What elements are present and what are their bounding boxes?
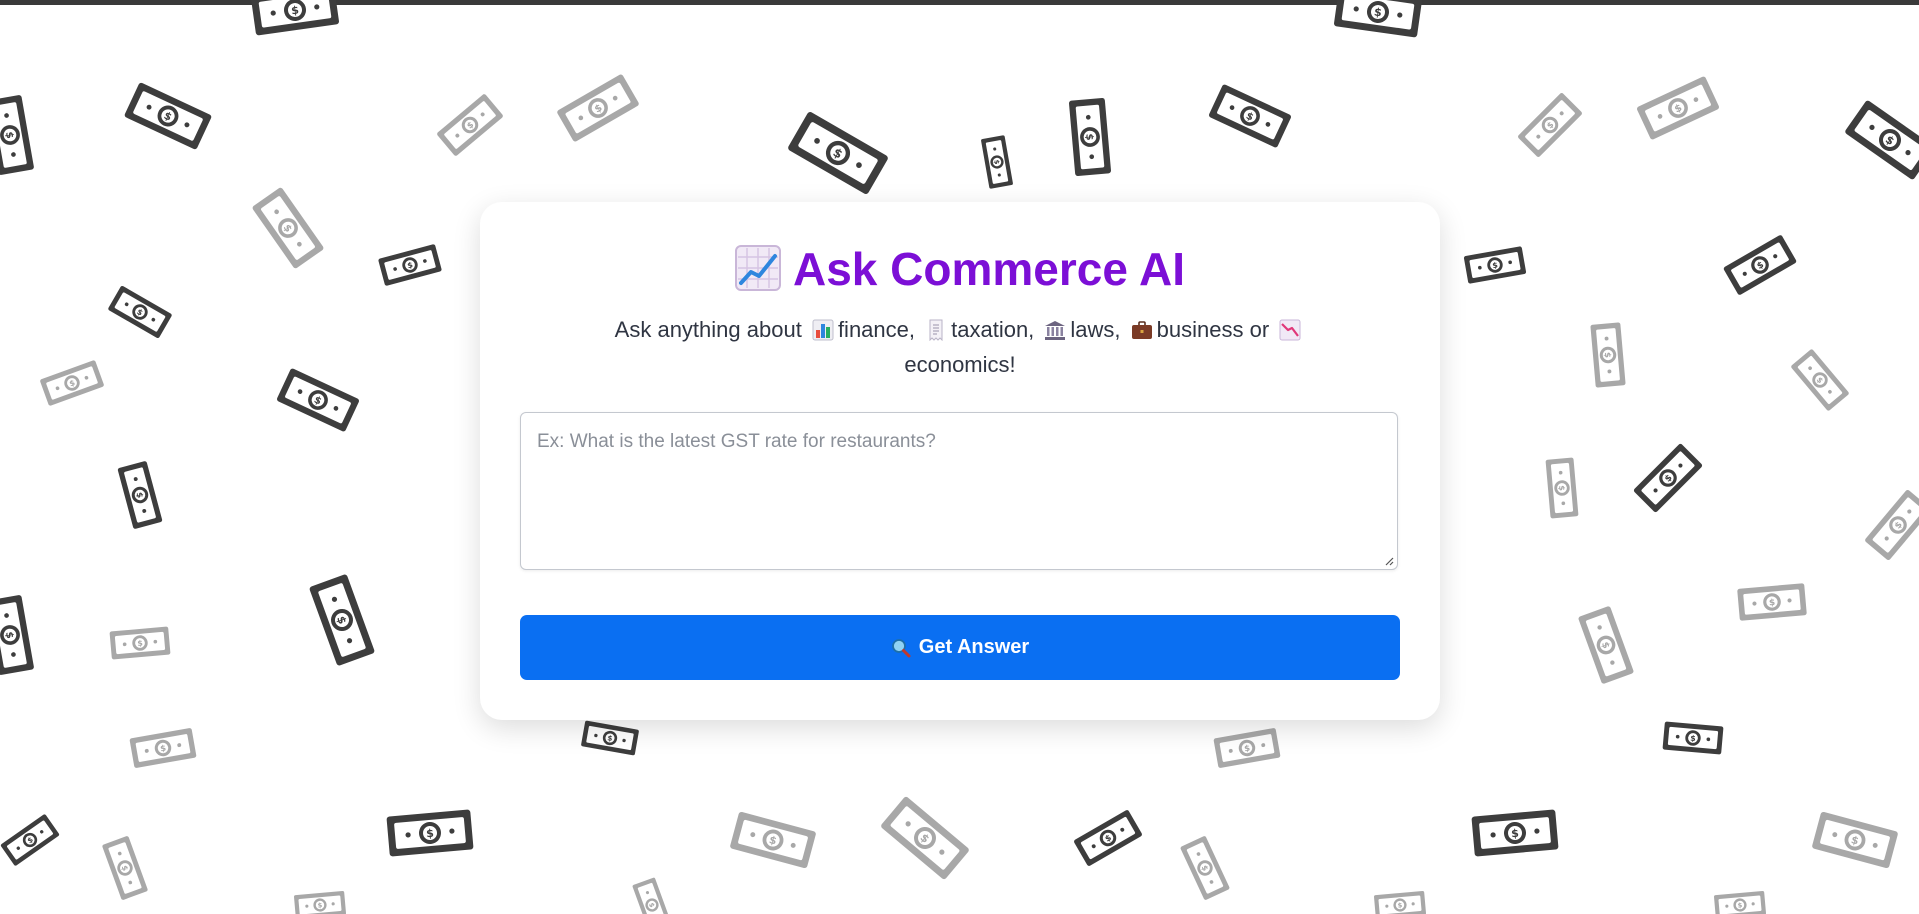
subtitle-prefix: Ask anything about <box>614 317 802 342</box>
dollar-bill-icon <box>1545 457 1579 519</box>
dollar-bill-icon <box>251 186 325 270</box>
dollar-bill-icon <box>1208 83 1292 149</box>
get-answer-button[interactable]: Get Answer <box>520 615 1400 680</box>
dollar-bill-icon <box>1722 234 1798 296</box>
topic-finance: finance, <box>837 317 915 342</box>
dollar-bill-icon <box>729 811 817 869</box>
dollar-bill-icon <box>1333 0 1423 38</box>
dollar-bill-icon <box>0 594 35 676</box>
topic-economics: economics! <box>904 352 1016 377</box>
dollar-bill-icon <box>1590 322 1626 388</box>
dollar-bill-icon <box>1844 99 1919 181</box>
dollar-bill-icon <box>276 367 360 433</box>
page: $ Ask Commerce AI Ask anything about <box>0 0 1919 914</box>
ask-card: Ask Commerce AI Ask anything about finan… <box>480 202 1440 720</box>
dollar-bill-icon <box>107 285 173 339</box>
question-field[interactable] <box>520 412 1398 570</box>
dollar-bill-icon <box>117 460 163 530</box>
get-answer-label: Get Answer <box>918 636 1030 658</box>
magnifying-glass-icon <box>891 638 911 657</box>
dollar-bill-icon <box>1713 890 1767 914</box>
subtitle: Ask anything about finance, taxation, la… <box>560 312 1360 382</box>
dollar-bill-icon <box>1213 727 1281 769</box>
dollar-bill-icon <box>580 720 640 756</box>
page-title-text: Ask Commerce AI <box>792 243 1185 295</box>
dollar-bill-icon <box>129 727 197 769</box>
dollar-bill-icon <box>386 809 474 857</box>
chart-decreasing-icon <box>1279 319 1301 341</box>
dollar-bill-icon <box>436 93 504 157</box>
dollar-bill-icon <box>39 359 105 407</box>
dollar-bill-icon <box>109 626 171 660</box>
dollar-bill-icon <box>556 73 640 143</box>
dollar-bill-icon <box>1471 809 1559 857</box>
classical-building-icon <box>1045 321 1066 340</box>
dollar-bill-icon <box>1517 92 1583 158</box>
page-title: Ask Commerce AI <box>480 240 1440 298</box>
dollar-bill-icon <box>1373 890 1427 914</box>
dollar-bill-icon <box>786 110 890 196</box>
chart-increasing-icon <box>734 245 781 291</box>
topic-business: business or <box>1156 317 1270 342</box>
briefcase-icon <box>1131 321 1152 339</box>
topic-taxation: taxation, <box>951 317 1035 342</box>
dollar-bill-icon <box>1811 811 1899 869</box>
dollar-bill-icon <box>1179 835 1231 901</box>
dollar-bill-icon <box>101 835 149 901</box>
dollar-bill-icon <box>879 795 971 881</box>
dollar-bill-icon <box>0 94 35 176</box>
dollar-bill-icon <box>293 890 347 914</box>
dollar-bill-icon <box>0 813 60 867</box>
resize-handle-icon[interactable] <box>1384 556 1394 566</box>
topic-laws: laws, <box>1070 317 1121 342</box>
dollar-bill-icon <box>1790 348 1850 412</box>
dollar-bill-icon <box>308 573 376 667</box>
dollar-bill-icon <box>1068 97 1112 177</box>
dollar-bill-icon <box>123 81 213 151</box>
dollar-bill-icon <box>1662 721 1724 755</box>
dollar-bill-icon <box>1577 605 1635 685</box>
dollar-bill-icon <box>1737 583 1807 621</box>
receipt-icon <box>929 319 943 341</box>
dollar-bill-icon <box>1073 809 1143 867</box>
question-input[interactable] <box>521 413 1397 569</box>
dollar-bill-icon <box>1463 246 1527 284</box>
dollar-bill-icon <box>377 243 443 287</box>
dollar-bill-icon <box>980 135 1014 189</box>
dollar-bill-icon <box>1864 488 1919 562</box>
dollar-bill-icon <box>250 0 340 36</box>
dollar-bill-icon <box>1632 442 1704 514</box>
bar-chart-icon <box>812 319 834 341</box>
dollar-bill-icon <box>632 877 672 914</box>
dollar-bill-icon <box>1636 75 1720 141</box>
